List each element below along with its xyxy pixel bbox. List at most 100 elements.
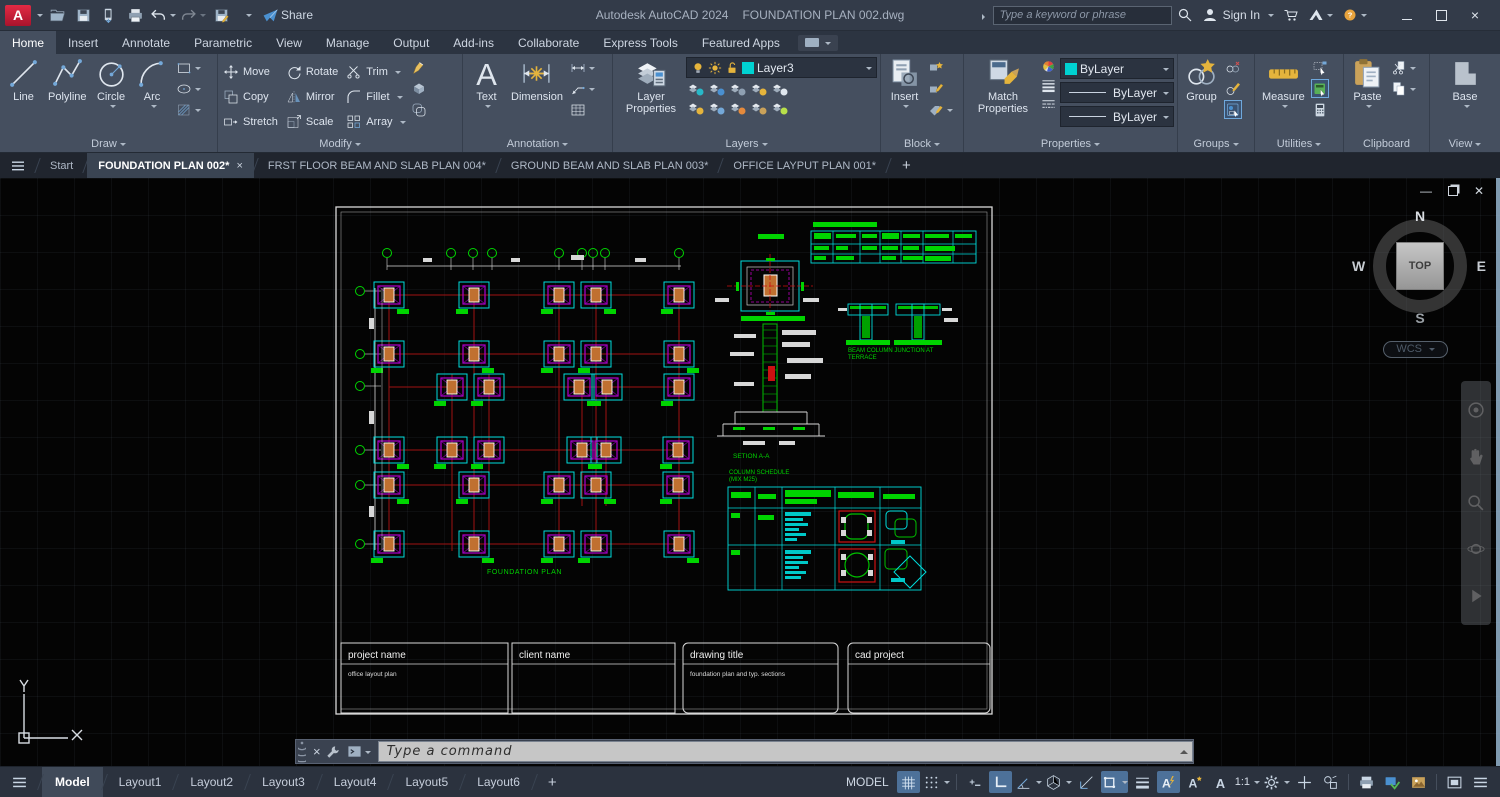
object-snap[interactable] bbox=[1101, 771, 1128, 793]
graphics-performance[interactable] bbox=[1381, 771, 1404, 793]
drawing-minimize-icon[interactable]: — bbox=[1420, 186, 1432, 196]
help-icon[interactable]: ? bbox=[1342, 7, 1358, 23]
redo-button[interactable] bbox=[178, 4, 208, 26]
layer-unlock-icon[interactable] bbox=[725, 61, 739, 75]
cut-button[interactable] bbox=[1391, 59, 1416, 76]
circle-button[interactable]: Circle bbox=[91, 57, 132, 109]
store-cart-icon[interactable] bbox=[1283, 7, 1299, 23]
command-input[interactable]: Type a command bbox=[378, 741, 1193, 762]
sign-in-button[interactable]: Sign In bbox=[1202, 7, 1274, 23]
drawing-close-icon[interactable]: ✕ bbox=[1474, 186, 1484, 196]
ortho-mode[interactable] bbox=[989, 771, 1012, 793]
ribbon-tab-insert[interactable]: Insert bbox=[56, 31, 110, 54]
crosshair-toggle[interactable] bbox=[1293, 771, 1316, 793]
stretch-button[interactable]: Stretch bbox=[221, 109, 280, 134]
arc-button[interactable]: Arc bbox=[132, 57, 173, 109]
layer-tool-icon-4[interactable] bbox=[751, 81, 767, 97]
lineweight-select[interactable]: ByLayer bbox=[1060, 82, 1174, 103]
layout-tab-layout6[interactable]: Layout6 bbox=[464, 767, 533, 797]
file-tab[interactable]: FOUNDATION PLAN 002*× bbox=[87, 153, 254, 178]
explode-button[interactable] bbox=[411, 80, 427, 97]
plot-status[interactable] bbox=[1355, 771, 1378, 793]
workspace-switching[interactable] bbox=[1263, 771, 1290, 793]
panel-label-properties[interactable]: Properties bbox=[964, 136, 1177, 152]
panel-label-draw[interactable]: Draw bbox=[0, 136, 217, 152]
trim-button[interactable]: Trim bbox=[344, 59, 407, 84]
command-customize-icon[interactable] bbox=[326, 745, 340, 759]
file-tab[interactable]: OFFICE LAYPUT PLAN 001* bbox=[722, 153, 887, 178]
copy-clip-button[interactable] bbox=[1391, 80, 1416, 97]
close-tab-icon[interactable]: × bbox=[236, 160, 242, 172]
dynamic-input[interactable] bbox=[963, 771, 986, 793]
file-tab[interactable]: Start bbox=[39, 153, 84, 178]
autocad-app-logo[interactable]: A bbox=[5, 5, 31, 26]
snap-mode[interactable] bbox=[923, 771, 950, 793]
group-edit-button[interactable] bbox=[1225, 80, 1241, 97]
minimize-button[interactable] bbox=[1390, 2, 1424, 28]
rotate-button[interactable]: Rotate bbox=[284, 59, 340, 84]
navigation-wheel-icon[interactable] bbox=[1466, 400, 1486, 420]
save-as-button[interactable] bbox=[208, 4, 234, 26]
layout-tab-model[interactable]: Model bbox=[42, 767, 103, 797]
recent-commands-icon[interactable] bbox=[344, 744, 374, 759]
ribbon-tab-featured-apps[interactable]: Featured Apps bbox=[690, 31, 792, 54]
rectangle-button[interactable] bbox=[176, 59, 201, 76]
maximize-button[interactable] bbox=[1424, 2, 1458, 28]
ribbon-tab-home[interactable]: Home bbox=[0, 31, 56, 54]
create-block-button[interactable] bbox=[928, 59, 953, 76]
file-tab[interactable]: GROUND BEAM AND SLAB PLAN 003* bbox=[500, 153, 719, 178]
lineweight-display[interactable] bbox=[1131, 771, 1154, 793]
layout-tab-layout2[interactable]: Layout2 bbox=[177, 767, 246, 797]
ribbon-tab-annotate[interactable]: Annotate bbox=[110, 31, 182, 54]
viewcube[interactable]: N S W E TOP bbox=[1366, 212, 1474, 320]
layout-tab-layout5[interactable]: Layout5 bbox=[392, 767, 461, 797]
leader-button[interactable] bbox=[570, 80, 595, 97]
wcs-selector[interactable]: WCS bbox=[1383, 341, 1448, 358]
ribbon-tab-manage[interactable]: Manage bbox=[314, 31, 381, 54]
mirror-button[interactable]: Mirror bbox=[284, 84, 340, 109]
panel-label-utilities[interactable]: Utilities bbox=[1255, 136, 1343, 152]
object-color-select[interactable]: ByLayer bbox=[1060, 58, 1174, 79]
showmotion-icon[interactable] bbox=[1466, 586, 1486, 606]
layout-tab-layout1[interactable]: Layout1 bbox=[106, 767, 175, 797]
ungroup-button[interactable] bbox=[1225, 59, 1241, 76]
table-button[interactable] bbox=[570, 101, 595, 118]
layer-thaw-icon[interactable] bbox=[708, 61, 722, 75]
layer-tool-icon-9[interactable] bbox=[751, 100, 767, 116]
close-button[interactable]: × bbox=[1458, 2, 1492, 28]
annotation-scale[interactable]: 1:1 bbox=[1235, 771, 1260, 793]
pan-icon[interactable] bbox=[1466, 447, 1486, 467]
polar-tracking[interactable] bbox=[1015, 771, 1042, 793]
panel-label-layers[interactable]: Layers bbox=[613, 136, 880, 152]
export-button[interactable] bbox=[96, 4, 122, 26]
layer-select-dropdown[interactable] bbox=[866, 67, 872, 73]
drawing-restore-icon[interactable] bbox=[1448, 186, 1458, 196]
grid-display[interactable] bbox=[897, 771, 920, 793]
ribbon-tab-view[interactable]: View bbox=[264, 31, 314, 54]
layer-tool-icon-1[interactable] bbox=[688, 81, 704, 97]
search-input[interactable]: Type a keyword or phrase bbox=[993, 6, 1172, 25]
ribbon-display-toggle[interactable] bbox=[798, 35, 838, 51]
dimension-button[interactable]: Dimension bbox=[507, 57, 567, 103]
paste-button[interactable]: Paste bbox=[1347, 57, 1388, 109]
open-button[interactable] bbox=[44, 4, 70, 26]
layer-tool-icon-2[interactable] bbox=[709, 81, 725, 97]
viewcube-west[interactable]: W bbox=[1352, 258, 1365, 274]
linetype-select[interactable]: ByLayer bbox=[1060, 106, 1174, 127]
autodesk-logo-icon[interactable] bbox=[1308, 7, 1324, 23]
isometric-drafting[interactable] bbox=[1045, 771, 1072, 793]
measure-button[interactable]: Measure bbox=[1258, 57, 1309, 109]
ribbon-tab-output[interactable]: Output bbox=[381, 31, 441, 54]
quick-select-button[interactable] bbox=[1312, 59, 1328, 76]
command-history-icon[interactable] bbox=[1180, 746, 1188, 754]
command-line[interactable]: × Type a command bbox=[295, 739, 1194, 764]
ribbon-tab-express-tools[interactable]: Express Tools bbox=[591, 31, 689, 54]
zoom-icon[interactable] bbox=[1466, 493, 1486, 513]
plot-button[interactable] bbox=[122, 4, 148, 26]
layer-on-icon[interactable] bbox=[691, 61, 705, 75]
drawing-canvas[interactable]: — ✕ FOUNDATION PLANSETION A-ABEAM COLUMN… bbox=[0, 178, 1500, 766]
annotation-visibility[interactable]: A bbox=[1157, 771, 1180, 793]
search-icon[interactable] bbox=[1177, 7, 1193, 23]
copy-button[interactable]: Copy bbox=[221, 84, 280, 109]
qat-menu-icon[interactable] bbox=[234, 4, 260, 26]
